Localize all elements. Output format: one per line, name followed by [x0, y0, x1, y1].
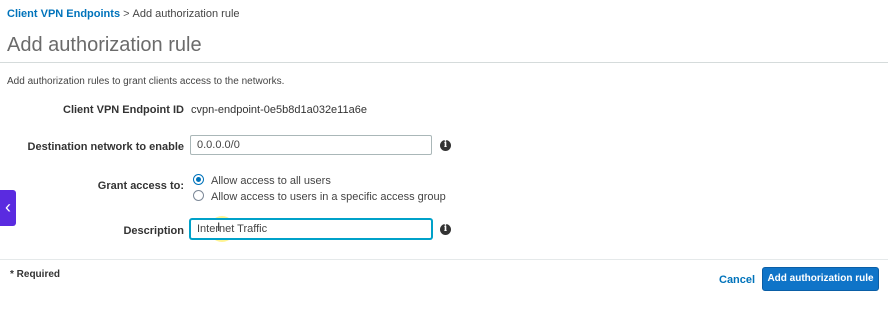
cancel-button[interactable]: Cancel — [719, 274, 755, 286]
description-label: Description — [123, 225, 184, 237]
radio-all-users-label[interactable]: Allow access to all users — [211, 175, 331, 187]
endpoint-id-value: cvpn-endpoint-0e5b8d1a032e11a6e — [191, 104, 367, 116]
title-divider — [0, 62, 888, 63]
radio-all-users[interactable] — [193, 174, 204, 185]
page-intro: Add authorization rules to grant clients… — [7, 76, 285, 87]
info-icon[interactable]: i — [440, 224, 451, 235]
grant-access-label: Grant access to: — [97, 180, 184, 192]
info-icon[interactable]: i — [440, 140, 451, 151]
required-note: * Required — [10, 269, 61, 280]
endpoint-id-label: Client VPN Endpoint ID — [63, 104, 184, 116]
destination-label: Destination network to enable — [27, 141, 184, 153]
description-input[interactable]: Internet Traffic — [190, 219, 432, 239]
destination-network-input[interactable]: 0.0.0.0/0 — [190, 135, 432, 155]
radio-specific-group-label[interactable]: Allow access to users in a specific acce… — [211, 191, 446, 203]
breadcrumb-separator: > — [123, 8, 130, 20]
breadcrumb-current: Add authorization rule — [132, 8, 240, 20]
footer-divider — [0, 259, 888, 260]
breadcrumb: Client VPN Endpoints > Add authorization r… — [7, 8, 240, 20]
add-authorization-rule-button[interactable]: Add authorization rule — [762, 267, 879, 291]
radio-specific-group[interactable] — [193, 190, 204, 201]
page-title: Add authorization rule — [7, 34, 202, 56]
breadcrumb-client-vpn-endpoints-link[interactable]: Client VPN Endpoints — [7, 8, 120, 20]
text-cursor-icon: I — [217, 220, 221, 234]
chevron-left-icon[interactable]: ‹ — [0, 190, 16, 226]
